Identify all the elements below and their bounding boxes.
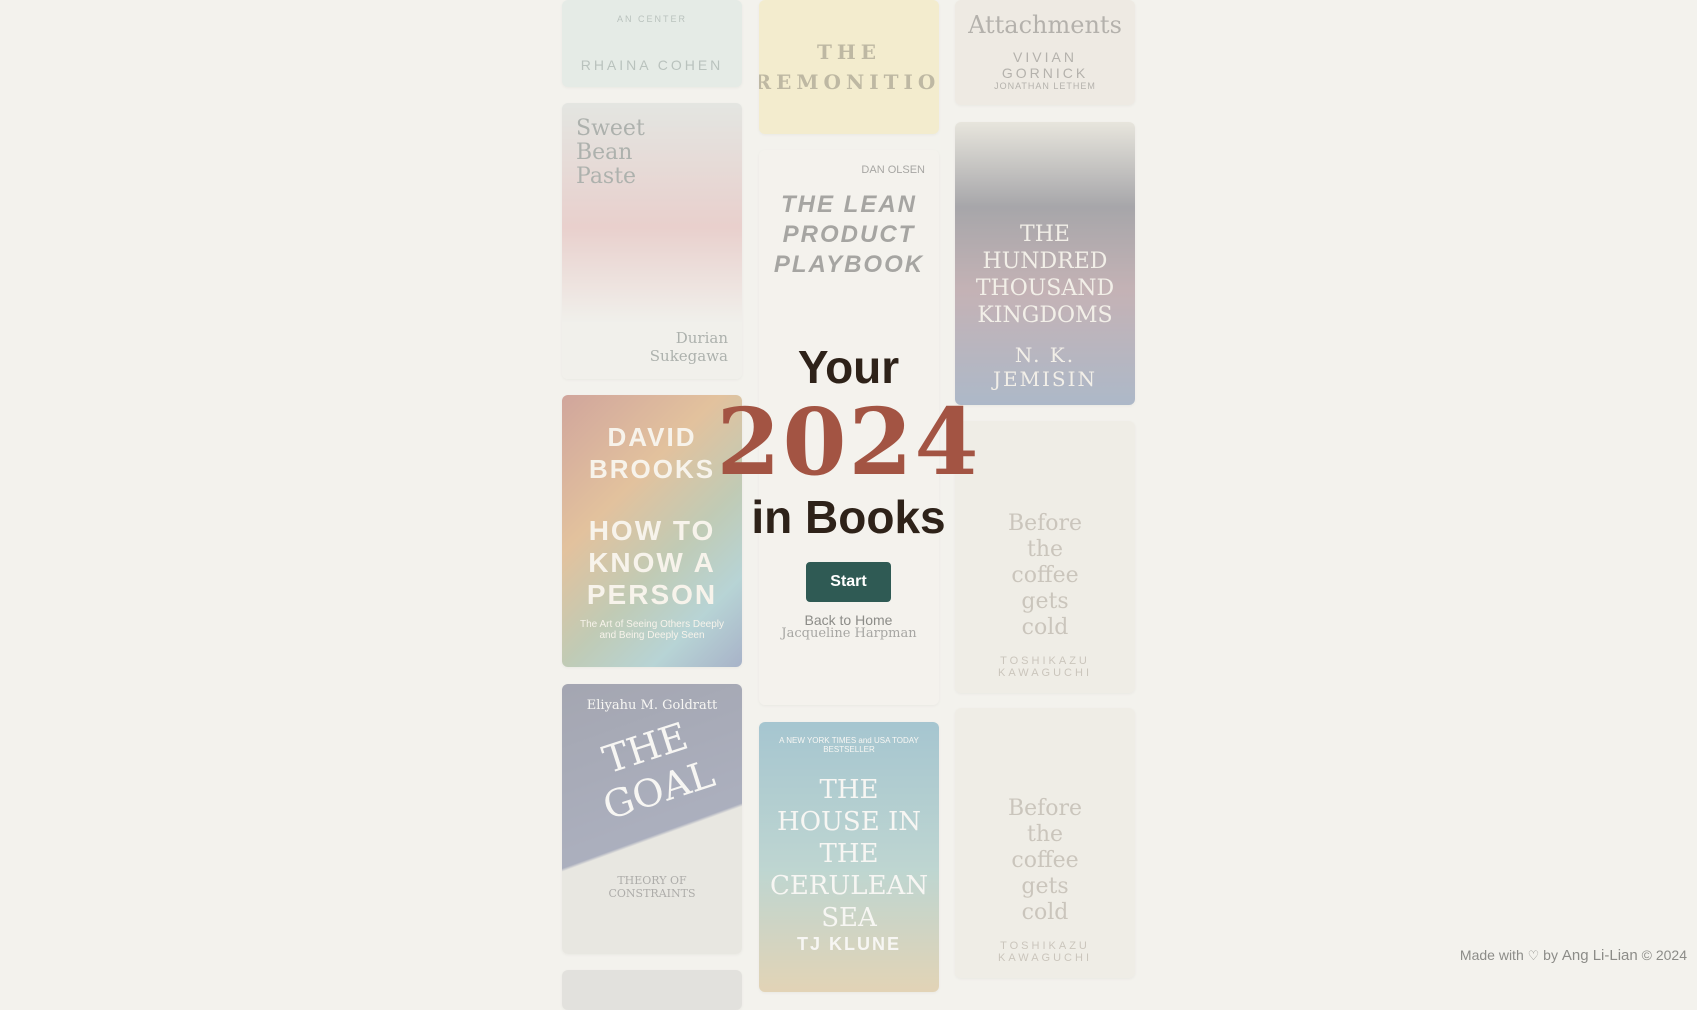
book-title: Attachments	[968, 11, 1122, 39]
footer-by: by	[1543, 947, 1558, 963]
book-title: THE GOAL	[597, 713, 720, 829]
book-title: THE HOUSE IN THE CERULEAN SEA	[769, 775, 929, 933]
author-link[interactable]: Ang Li-Lian	[1562, 947, 1638, 964]
book-cover: Before the coffee gets cold TOSHIKAZU KA…	[955, 708, 1135, 978]
book-cover: Attachments VIVIAN GORNICK JONATHAN LETH…	[955, 0, 1135, 105]
book-author: TOSHIKAZU KAWAGUCHI	[997, 655, 1093, 679]
hero-title-line1: Your	[797, 341, 900, 393]
book-title: Sweet Bean Paste	[576, 116, 645, 189]
footer-made-with: Made with	[1459, 947, 1524, 963]
intro-hero: Your 2024 in Books Start Back to Home	[0, 340, 1697, 628]
footer-copyright: © 2024	[1641, 947, 1687, 963]
book-author: TOSHIKAZU KAWAGUCHI	[997, 940, 1093, 964]
book-author: RHAINA COHEN	[580, 57, 724, 73]
heart-icon: ♡	[1527, 948, 1540, 963]
book-extra: THEORY OF CONSTRAINTS	[608, 874, 696, 900]
book-extra: AN CENTER	[616, 14, 687, 24]
book-cover: A NEW YORK TIMES and USA TODAY BESTSELLE…	[759, 722, 939, 992]
book-cover: AN CENTER RHAINA COHEN	[562, 0, 742, 87]
book-extra: Jacqueline Harpman	[781, 626, 917, 641]
book-cover: Sweet Bean Paste Durian Sukegawa	[562, 103, 742, 379]
book-extra: JONATHAN LETHEM	[994, 81, 1096, 91]
book-cover: Eliyahu M. Goldratt THE GOAL THEORY OF C…	[562, 684, 742, 954]
hero-year: 2024	[716, 388, 981, 496]
start-button[interactable]: Start	[806, 562, 891, 602]
book-title: THE LEAN PRODUCT PLAYBOOK	[773, 191, 925, 278]
back-to-home-link[interactable]: Back to Home	[0, 612, 1697, 628]
book-author: VIVIAN GORNICK	[1001, 49, 1089, 81]
book-cover	[562, 970, 742, 1010]
book-extra: A NEW YORK TIMES and USA TODAY BESTSELLE…	[779, 736, 919, 754]
book-author: TJ KLUNE	[796, 934, 901, 954]
footer: Made with ♡ by Ang Li-Lian © 2024	[1460, 947, 1687, 964]
book-title: THE HUNDRED THOUSAND KINGDOMS	[975, 222, 1115, 328]
book-title: Before the coffee gets cold	[1007, 796, 1083, 925]
book-author: DAN OLSEN	[861, 164, 925, 176]
book-title: THE PREMONITION	[759, 40, 939, 94]
book-cover: THE PREMONITION	[759, 0, 939, 134]
hero-title-line2: in Books	[751, 491, 946, 543]
